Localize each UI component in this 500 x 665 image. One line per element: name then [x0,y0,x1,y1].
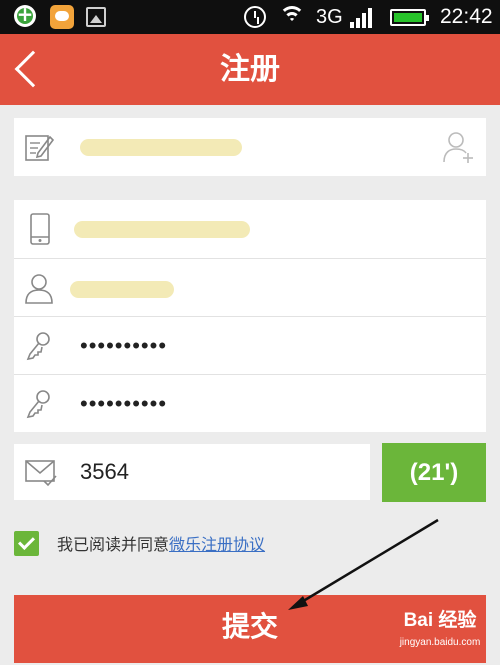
agreement-link[interactable]: 微乐注册协议 [169,531,265,555]
signal-icon [350,8,372,28]
status-bar: 3G 22:42 [0,0,500,34]
app-header: 注册 [0,34,500,105]
register-fields-card: •••••••••• •••••••••• [14,200,486,432]
baidu-watermark: Bai 经验 jingyan.baidu.com [382,606,498,658]
agreement-checkbox[interactable] [14,530,39,556]
password-confirm-value: •••••••••• [80,391,168,416]
captcha-field[interactable]: 3564 [14,444,370,500]
mail-icon [25,460,57,487]
invite-phone-field[interactable] [14,118,486,176]
image-icon [86,7,106,27]
page-title: 注册 [220,52,280,87]
watermark-url: jingyan.baidu.com [399,637,481,648]
alarm-icon [244,6,266,28]
redacted-nickname [70,281,174,298]
password-confirm-field[interactable]: •••••••••• [14,374,486,432]
battery-icon [390,9,429,26]
status-time: 22:42 [440,5,493,28]
key-icon [26,390,50,419]
edit-note-icon [25,135,54,161]
user-icon [25,274,53,304]
wifi-icon [278,4,306,28]
key-icon [26,332,50,361]
agreement-text: 我已阅读并同意 [57,535,170,554]
redacted-phone [74,221,250,238]
nickname-field[interactable] [14,258,486,316]
password-field[interactable]: •••••••••• [14,316,486,374]
watermark-logo: Bai 经验 [403,610,477,631]
resend-code-button[interactable]: (21') [382,443,486,502]
chat-app-icon [50,5,74,29]
phone-field[interactable] [14,200,486,258]
agreement-row: 我已阅读并同意 微乐注册协议 [14,530,265,556]
captcha-value: 3564 [80,459,129,484]
phone-icon [30,213,50,245]
redacted-phone [80,139,242,156]
network-type: 3G [316,5,343,28]
invite-card [14,118,486,176]
password-value: •••••••••• [80,333,168,358]
clover-app-icon [14,2,36,27]
add-contact-icon[interactable] [442,130,476,164]
